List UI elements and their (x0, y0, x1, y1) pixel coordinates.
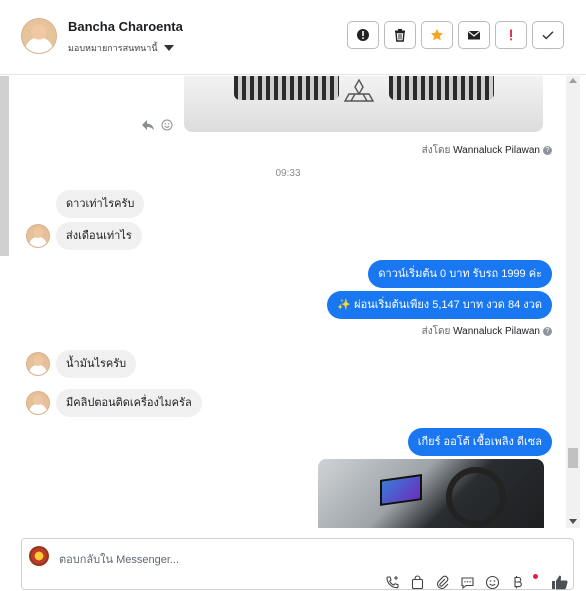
incoming-message[interactable]: ส่งเดือนเท่าไร (56, 222, 142, 250)
reply-input[interactable]: ตอบกลับใน Messenger... (59, 550, 179, 568)
spam-icon (357, 29, 369, 41)
sender-name: Wannaluck Pilawan (453, 326, 540, 337)
star-button[interactable] (421, 21, 453, 49)
mark-unread-button[interactable] (458, 21, 490, 49)
star-icon (431, 29, 443, 41)
contact-name[interactable]: Bancha Charoenta (68, 19, 183, 34)
chat-icon[interactable] (460, 575, 475, 590)
envelope-icon (467, 30, 481, 40)
like-icon[interactable] (551, 574, 568, 590)
outgoing-message[interactable]: เกียร์ ออโต้ เชื้อเพลิง ดีเซล (407, 428, 552, 456)
avatar[interactable] (26, 352, 50, 376)
thread-scrollbar[interactable] (566, 76, 580, 528)
mark-done-button[interactable] (532, 21, 564, 49)
trash-icon (395, 29, 405, 42)
avatar[interactable] (26, 224, 50, 248)
scroll-thumb[interactable] (568, 448, 578, 468)
assign-dropdown[interactable]: มอบหมายการสนทนานี้ (68, 41, 174, 55)
incoming-message[interactable]: มีคลิปตอนติดเครื่องไมครัล (56, 389, 202, 417)
notification-dot (533, 574, 538, 579)
reply-icon[interactable] (141, 119, 155, 131)
help-icon[interactable]: ? (543, 146, 552, 155)
page-avatar (29, 546, 49, 566)
mitsubishi-logo (344, 78, 374, 102)
timestamp: 09:33 (275, 168, 301, 179)
caret-down-icon (163, 45, 174, 51)
sent-by-prefix: ส่งโดย (421, 145, 451, 156)
message-thread[interactable]: ส่งโดย Wannaluck Pilawan? 09:33 ดาวเท่าไ… (10, 76, 566, 528)
incoming-message[interactable]: ดาวเท่าไรครับ (56, 190, 145, 218)
outgoing-message[interactable]: ✨ ผ่อนเริ่มต้นเพียง 5,147 บาท งวด 84 งวด (327, 291, 552, 319)
car-photo-attachment[interactable] (184, 76, 543, 132)
scroll-down-arrow[interactable] (569, 519, 577, 524)
scroll-up-arrow[interactable] (569, 78, 577, 83)
help-icon[interactable]: ? (543, 327, 552, 336)
bag-icon[interactable] (410, 575, 425, 590)
important-button[interactable] (495, 21, 527, 49)
react-icon[interactable] (161, 119, 173, 131)
sent-by-label: ส่งโดย Wannaluck Pilawan? (422, 143, 552, 158)
assign-label: มอบหมายการสนทนานี้ (68, 43, 158, 53)
emoji-icon[interactable] (485, 575, 500, 590)
check-icon (542, 31, 554, 40)
call-add-icon[interactable] (385, 575, 400, 590)
bitcoin-icon[interactable] (510, 575, 525, 590)
incoming-message[interactable]: น้ำมันไรครับ (56, 350, 137, 378)
outgoing-message[interactable]: ดาวน์เริ่มต้น 0 บาท รับรถ 1999 ค่ะ (368, 260, 552, 288)
conversation-header: Bancha Charoenta มอบหมายการสนทนานี้ (0, 0, 586, 75)
reply-composer[interactable]: ตอบกลับใน Messenger... (21, 538, 574, 590)
delete-button[interactable] (384, 21, 416, 49)
sender-name: Wannaluck Pilawan (453, 145, 540, 156)
avatar[interactable] (21, 18, 57, 54)
important-icon (510, 29, 512, 41)
spam-button[interactable] (347, 21, 379, 49)
sent-by-prefix: ส่งโดย (421, 326, 451, 337)
car-interior-photo[interactable] (318, 459, 544, 528)
attach-icon[interactable] (435, 575, 450, 590)
left-panel-edge (0, 76, 9, 256)
avatar[interactable] (26, 391, 50, 415)
sent-by-label: ส่งโดย Wannaluck Pilawan? (422, 324, 552, 339)
